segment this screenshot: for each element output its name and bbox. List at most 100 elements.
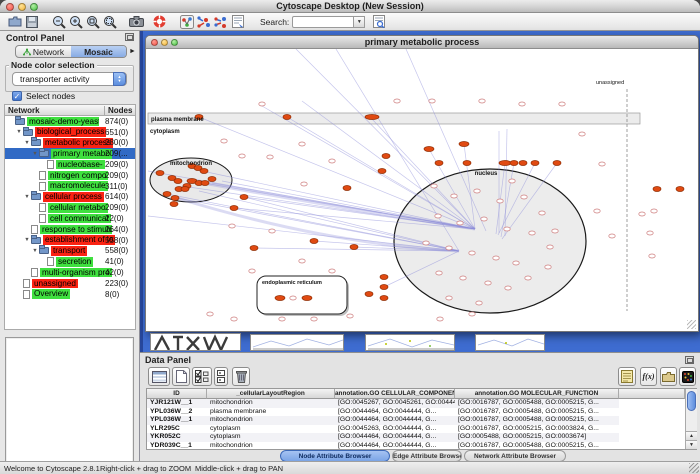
selected-graph-node[interactable] — [170, 202, 178, 207]
table-column-header[interactable] — [619, 389, 685, 399]
zoom-fit-icon[interactable] — [101, 14, 118, 30]
table-column-header[interactable]: annotation.GO MOLECULAR_FUNCTION — [455, 389, 619, 399]
table-cell-molecular_function[interactable]: [GO:0016787, GO:0005488, GO:0005215, G..… — [455, 408, 619, 417]
tree-row[interactable]: response to stimulu264(0) — [5, 224, 135, 235]
graph-node[interactable] — [481, 217, 487, 221]
tab-mosaic[interactable]: Mosaic — [71, 46, 126, 57]
color-attribute-dropdown[interactable]: transporter activity ▲▼ — [12, 72, 127, 86]
graph-node[interactable] — [504, 227, 510, 231]
search-dropdown-arrow[interactable]: ▼ — [354, 16, 365, 28]
graph-node[interactable] — [479, 99, 485, 103]
graph-node[interactable] — [423, 241, 429, 245]
table-cell-cellular_component[interactable]: [GO:0044464, GO:0044444, G... — [335, 433, 455, 442]
network-canvas[interactable]: plasma membranecytoplasmmitochondrionnuc… — [146, 49, 698, 331]
tree-row[interactable]: ▼metabolic process280(0) — [5, 138, 135, 149]
tree-row[interactable]: mosaic-demo-yeast874(0) — [5, 116, 135, 127]
table-cell-cellular_component[interactable]: [GO:0045263, GO:0044444, G... — [335, 425, 455, 434]
selected-graph-node[interactable] — [208, 177, 216, 182]
selected-graph-node[interactable] — [463, 161, 471, 166]
layout-settings-icon[interactable] — [212, 14, 229, 30]
hidden-window-fragment[interactable] — [250, 334, 344, 351]
graph-node[interactable] — [525, 276, 531, 280]
open-icon[interactable] — [6, 14, 23, 30]
table-cell-id[interactable]: YLR295C — [147, 425, 207, 434]
graph-node[interactable] — [485, 281, 491, 285]
table-cell-cellular_component[interactable]: [GO:0045267, GO:0045261, GO:0044444, G..… — [335, 399, 455, 408]
graph-node[interactable] — [559, 102, 565, 106]
frame-resize-grip[interactable] — [687, 320, 696, 329]
graph-node[interactable] — [474, 189, 480, 193]
selected-graph-node[interactable] — [250, 246, 258, 251]
import-attributes-icon[interactable] — [660, 367, 677, 386]
scroll-down-arrow[interactable]: ▼ — [686, 440, 697, 449]
graph-node[interactable] — [469, 312, 475, 316]
table-vertical-scrollbar[interactable]: ▲ ▼ — [685, 389, 697, 449]
graph-node[interactable] — [547, 245, 553, 249]
graph-node[interactable] — [513, 261, 519, 265]
graph-node[interactable] — [329, 159, 335, 163]
disclosure-triangle-icon[interactable]: ▼ — [23, 237, 31, 243]
graph-node[interactable] — [460, 276, 466, 280]
graph-node[interactable] — [347, 314, 353, 318]
table-cell-molecular_function[interactable]: [GO:0016787, GO:0005488, GO:0005215, G..… — [455, 416, 619, 425]
table-cell-region[interactable]: cytoplasm — [207, 433, 335, 442]
graph-node[interactable] — [521, 195, 527, 199]
graph-node[interactable] — [207, 312, 213, 316]
search-options-icon[interactable] — [370, 14, 387, 30]
select-nodes-checkbox[interactable]: ✓ — [12, 91, 22, 101]
tree-row[interactable]: nucleobase-209(0) — [5, 159, 135, 170]
hidden-window-fragment[interactable] — [150, 333, 241, 351]
graph-node[interactable] — [299, 259, 305, 263]
table-cell-region[interactable]: mitochondrion — [207, 416, 335, 425]
graph-node[interactable] — [437, 317, 443, 321]
layout-apply-icon[interactable] — [195, 14, 212, 30]
annotation-icon[interactable] — [229, 14, 246, 30]
tabs-overflow-arrow[interactable]: ► — [129, 48, 136, 55]
table-cell-id[interactable]: YPL036W__1 — [147, 416, 207, 425]
graph-node[interactable] — [269, 229, 275, 233]
selected-graph-node[interactable] — [283, 115, 291, 120]
table-cell-region[interactable]: cytoplasm — [207, 425, 335, 434]
tree-row[interactable]: ▼establishment of lo558(0) — [5, 235, 135, 246]
selected-graph-node[interactable] — [380, 275, 388, 280]
scroll-up-arrow[interactable]: ▲ — [686, 431, 697, 440]
graph-node[interactable] — [279, 317, 285, 321]
tree-row[interactable]: macromolecule311(0) — [5, 181, 135, 192]
float-panel-icon[interactable] — [685, 356, 694, 364]
graph-node[interactable] — [290, 296, 296, 300]
graph-node[interactable] — [259, 102, 265, 106]
graph-node[interactable] — [435, 214, 441, 218]
graph-node[interactable] — [457, 221, 463, 225]
graph-node[interactable] — [493, 256, 499, 260]
tree-row[interactable]: Overview8(0) — [5, 289, 135, 300]
matrix-icon[interactable] — [679, 367, 696, 386]
selected-graph-node[interactable] — [200, 169, 208, 174]
graph-node[interactable] — [329, 269, 335, 273]
window-titlebar[interactable]: Cytoscape Desktop (New Session) — [0, 0, 700, 13]
graph-node[interactable] — [239, 154, 245, 158]
selected-graph-node[interactable] — [676, 187, 684, 192]
selected-graph-node[interactable] — [171, 196, 179, 201]
disclosure-triangle-icon[interactable]: ▼ — [31, 248, 39, 254]
selected-graph-node[interactable] — [310, 239, 318, 244]
hidden-window-fragment[interactable] — [475, 334, 545, 351]
selected-graph-node[interactable] — [350, 245, 358, 250]
graph-node[interactable] — [231, 317, 237, 321]
selected-graph-node[interactable] — [653, 187, 661, 192]
graph-node[interactable] — [647, 231, 653, 235]
graph-node[interactable] — [249, 269, 255, 273]
selected-graph-node[interactable] — [201, 181, 209, 186]
graph-node[interactable] — [639, 212, 645, 216]
table-cell-cellular_component[interactable]: [GO:0044464, GO:0044444, G... — [335, 416, 455, 425]
selected-graph-node[interactable] — [378, 169, 386, 174]
tree-row[interactable]: secretion41(0) — [5, 256, 135, 267]
graph-node[interactable] — [505, 286, 511, 290]
disclosure-triangle-icon[interactable]: ▼ — [23, 194, 31, 200]
table-cell-cellular_component[interactable]: [GO:0044464, GO:0044444, G... — [335, 408, 455, 417]
table-cell-molecular_function[interactable]: [GO:0016787, GO:0005488, GO:0005215, G..… — [455, 399, 619, 408]
vizmapper-icon[interactable] — [178, 14, 195, 30]
selected-graph-node[interactable] — [302, 296, 312, 301]
birdseye-panel[interactable] — [5, 337, 134, 474]
selected-graph-node[interactable] — [275, 296, 285, 301]
float-panel-icon[interactable] — [125, 33, 134, 41]
